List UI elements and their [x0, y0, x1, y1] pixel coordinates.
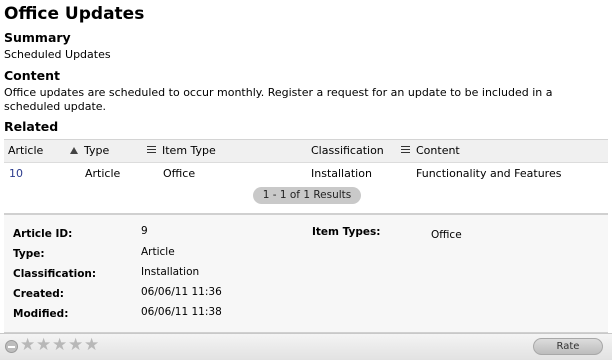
type-label: Type: [13, 248, 45, 260]
created-label: Created: [13, 288, 64, 300]
column-header-article[interactable]: Article [8, 144, 43, 157]
column-header-classification[interactable]: Classification [311, 144, 384, 157]
type-value: Article [141, 246, 175, 258]
modified-value: 06/06/11 11:38 [141, 306, 222, 318]
article-link[interactable]: 10 [9, 167, 23, 180]
results-pager: 1 - 1 of 1 Results [253, 187, 361, 204]
classification-label: Classification: [13, 268, 97, 280]
sort-ascending-icon [70, 146, 78, 154]
star-icon[interactable]: ★ [52, 337, 67, 354]
star-icon[interactable]: ★ [84, 337, 99, 354]
classification-value: Installation [141, 266, 200, 278]
item-types-value: Office [431, 229, 462, 241]
star-icon[interactable]: ★ [68, 337, 83, 354]
page-title: Office Updates [4, 4, 145, 24]
list-icon [147, 146, 156, 154]
row-classification: Installation [311, 167, 372, 180]
rate-button[interactable]: Rate [533, 338, 603, 355]
created-value: 06/06/11 11:36 [141, 286, 222, 298]
content-text: Office updates are scheduled to occur mo… [4, 86, 553, 113]
column-header-type[interactable]: Type [70, 144, 109, 157]
article-details-panel: Article ID: 9 Type: Article Classificati… [4, 213, 608, 333]
related-heading: Related [4, 119, 59, 134]
summary-text: Scheduled Updates [4, 48, 111, 61]
column-header-item-type[interactable]: Item Type [147, 144, 216, 157]
modified-label: Modified: [13, 308, 69, 320]
rating-bar: ★ ★ ★ ★ ★ Rate [0, 333, 612, 360]
row-content: Functionality and Features [416, 167, 562, 180]
list-icon [401, 146, 410, 154]
related-table: Article Type Item Type Classification Co… [4, 139, 608, 209]
star-icon[interactable]: ★ [36, 337, 51, 354]
row-item-type: Office [163, 167, 196, 180]
article-id-value: 9 [141, 225, 148, 237]
content-heading: Content [4, 68, 60, 83]
summary-heading: Summary [4, 30, 71, 45]
clear-rating-icon[interactable] [5, 340, 18, 353]
table-header: Article Type Item Type Classification Co… [4, 140, 608, 163]
item-types-label: Item Types: [312, 226, 381, 238]
star-icon[interactable]: ★ [20, 337, 35, 354]
article-id-label: Article ID: [13, 228, 73, 240]
column-header-content[interactable]: Content [401, 144, 460, 157]
row-type: Article [85, 167, 121, 180]
